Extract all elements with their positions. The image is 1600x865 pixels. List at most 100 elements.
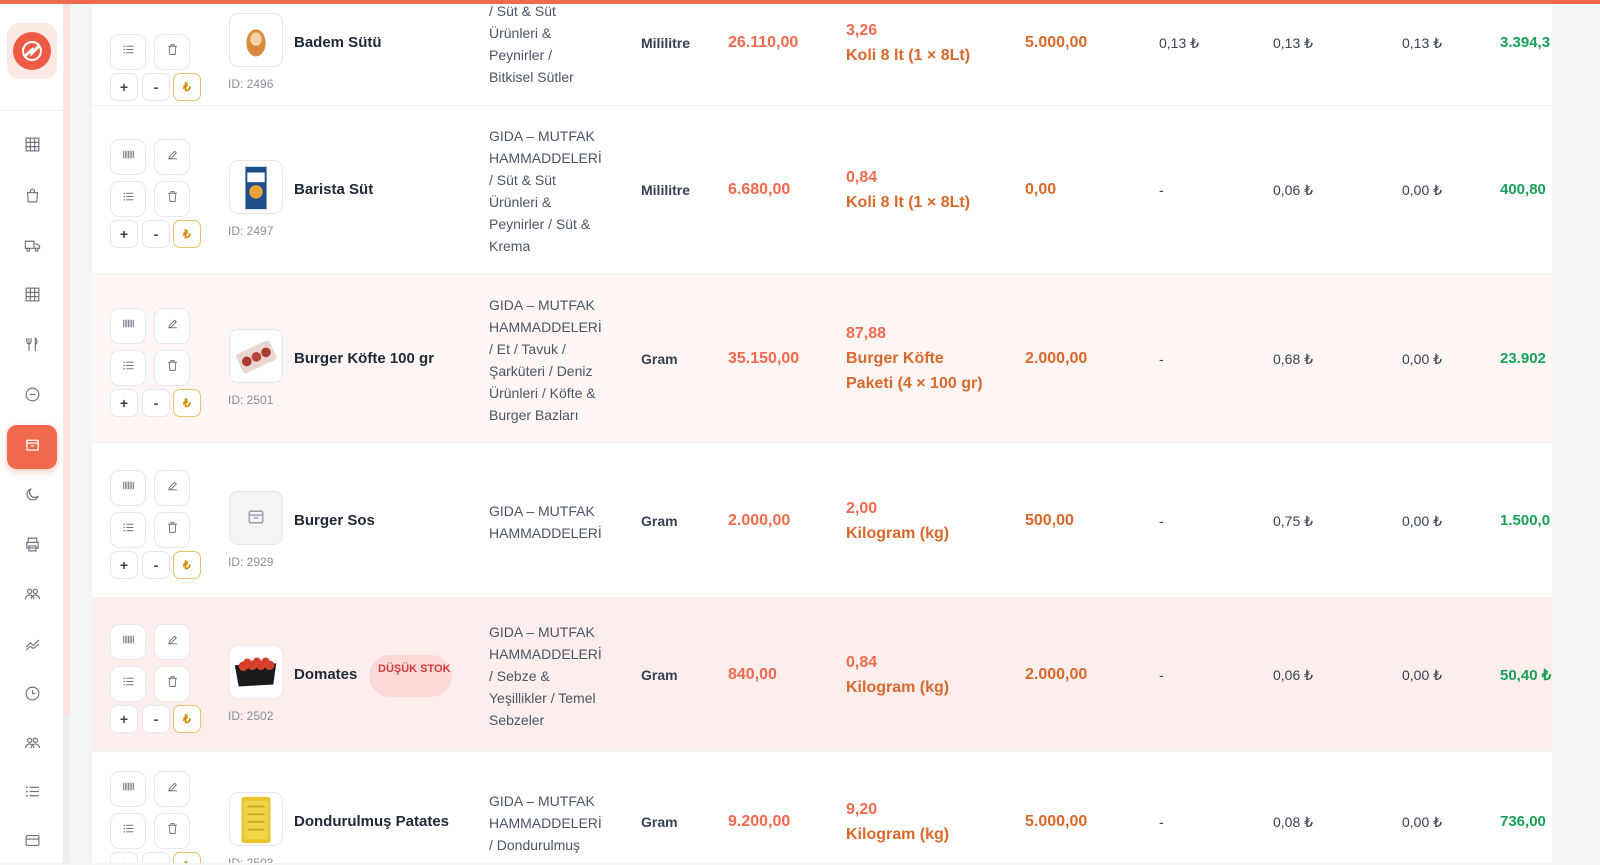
decrease-stock-button[interactable]: - (142, 220, 170, 248)
sidebar-item-clock[interactable] (7, 674, 57, 718)
price-button[interactable]: ₺ (173, 220, 201, 248)
brand-logo[interactable] (7, 23, 57, 79)
stock-amount: 6.680,00 (728, 181, 791, 198)
details-button[interactable] (110, 666, 146, 702)
edit-button[interactable] (154, 771, 190, 807)
package-name: Koli 8 lt (1 × 8Lt) (846, 194, 971, 211)
delete-button[interactable] (154, 813, 190, 849)
edit-button[interactable] (154, 139, 190, 175)
category-line: GIDA – MUTFAK (489, 624, 595, 640)
decrease-stock-button[interactable]: - (142, 388, 170, 417)
cost-column-a: - (1159, 350, 1164, 367)
page-scroll-area (1552, 0, 1600, 863)
shopping-bag-icon (24, 187, 41, 209)
sidebar-scrollbar[interactable] (64, 0, 70, 863)
increase-stock-button[interactable]: + (110, 73, 138, 101)
list-icon (24, 783, 41, 805)
decrease-stock-button[interactable]: - (142, 705, 170, 733)
category-line: Burger Bazları (489, 406, 579, 423)
increase-stock-button[interactable]: + (110, 388, 138, 417)
product-id: ID: 2502 (228, 709, 274, 723)
delete-button[interactable] (154, 181, 190, 217)
increase-stock-button[interactable]: + (110, 705, 138, 733)
trash-icon (166, 43, 179, 61)
details-button[interactable] (110, 349, 146, 386)
list-detail-icon (122, 43, 135, 61)
product-name[interactable]: Barista Süt (294, 181, 373, 198)
cost-column-a: 0,13 ₺ (1159, 35, 1200, 51)
product-name[interactable]: Dondurulmuş Patates (294, 813, 449, 830)
price-button[interactable]: ₺ (173, 73, 201, 101)
low-stock-badge: DÜŞÜK STOK (369, 655, 452, 697)
cost-column-c: 0,00 ₺ (1402, 814, 1443, 830)
package-name: Burger Köfte (846, 350, 944, 367)
product-name[interactable]: Burger Köfte 100 gr (294, 350, 434, 367)
price-button[interactable]: ₺ (173, 388, 201, 417)
barcode-button[interactable] (110, 139, 146, 175)
sidebar-scroll-thumb[interactable] (64, 0, 70, 715)
product-name[interactable]: Burger Sos (294, 512, 375, 529)
barcode-button[interactable] (110, 624, 146, 660)
increase-stock-button[interactable]: + (110, 220, 138, 248)
sidebar-item-moon[interactable] (7, 475, 57, 519)
sidebar-item-list[interactable] (7, 772, 57, 816)
logo-icon (13, 32, 51, 70)
delete-button[interactable] (154, 34, 190, 70)
delete-button[interactable] (154, 349, 190, 386)
cost-column-c: 0,13 ₺ (1402, 35, 1443, 51)
price-button[interactable]: ₺ (173, 550, 201, 579)
sidebar-item-utensils[interactable] (7, 325, 57, 369)
barcode-button[interactable] (110, 469, 146, 506)
edit-button[interactable] (154, 307, 190, 344)
sidebar-item-truck[interactable] (7, 226, 57, 270)
edit-button[interactable] (154, 624, 190, 660)
category-line: Peynirler / (489, 47, 553, 63)
sidebar-item-table[interactable] (7, 275, 57, 319)
unit: Mililitre (641, 35, 691, 51)
decrease-stock-button[interactable]: - (142, 73, 170, 101)
list-detail-icon (122, 521, 135, 539)
details-button[interactable] (110, 813, 146, 849)
sidebar-item-shopping-bag[interactable] (7, 176, 57, 220)
product-category: GIDA – MUTFAK HAMMADDELERİ / Dondurulmuş (489, 790, 613, 856)
decrease-stock-button[interactable]: - (142, 852, 170, 863)
price-button[interactable]: ₺ (173, 852, 201, 863)
package-price: 9,20 (846, 801, 878, 818)
increase-stock-button[interactable]: + (110, 550, 138, 579)
sidebar-item-grid[interactable] (7, 125, 57, 169)
details-button[interactable] (110, 181, 146, 217)
sidebar-item-box[interactable] (7, 425, 57, 469)
delete-button[interactable] (154, 666, 190, 702)
product-name[interactable]: Domates (294, 666, 357, 683)
barcode-button[interactable] (110, 771, 146, 807)
barcode-icon (122, 479, 135, 497)
table-row: + - ₺ Burger Sos ID: 2929 GIDA – MUTFAK HAMMAD… (92, 443, 1552, 598)
sidebar-item-team[interactable] (7, 723, 57, 767)
sidebar-item-printer[interactable] (7, 525, 57, 569)
increase-stock-button[interactable]: + (110, 852, 138, 863)
barcode-button[interactable] (110, 307, 146, 344)
cost-column-c: 0,00 ₺ (1402, 667, 1443, 683)
product-image (229, 490, 283, 545)
delete-button[interactable] (154, 511, 190, 548)
details-button[interactable] (110, 511, 146, 548)
trash-icon (166, 359, 179, 377)
category-line: Ürünleri & (489, 25, 552, 41)
details-button[interactable] (110, 34, 146, 70)
decrease-stock-button[interactable]: - (142, 550, 170, 579)
team-icon (24, 734, 41, 756)
price-button[interactable]: ₺ (173, 705, 201, 733)
total-value: 50,40 ₺ (1500, 667, 1552, 684)
edit-button[interactable] (154, 469, 190, 506)
product-id: ID: 2929 (228, 554, 274, 569)
category-line: HAMMADDELERİ (489, 524, 602, 541)
edit-icon (166, 633, 179, 651)
product-name[interactable]: Badem Sütü (294, 34, 382, 51)
sidebar-item-users[interactable] (7, 574, 57, 618)
sidebar-item-trend[interactable] (7, 624, 57, 668)
sidebar-item-minus-circle[interactable] (7, 375, 57, 419)
barcode-icon (122, 780, 135, 798)
product-id: ID: 2497 (228, 224, 274, 238)
sidebar-item-card[interactable] (7, 821, 57, 865)
package-price: 0,84 (846, 169, 878, 186)
